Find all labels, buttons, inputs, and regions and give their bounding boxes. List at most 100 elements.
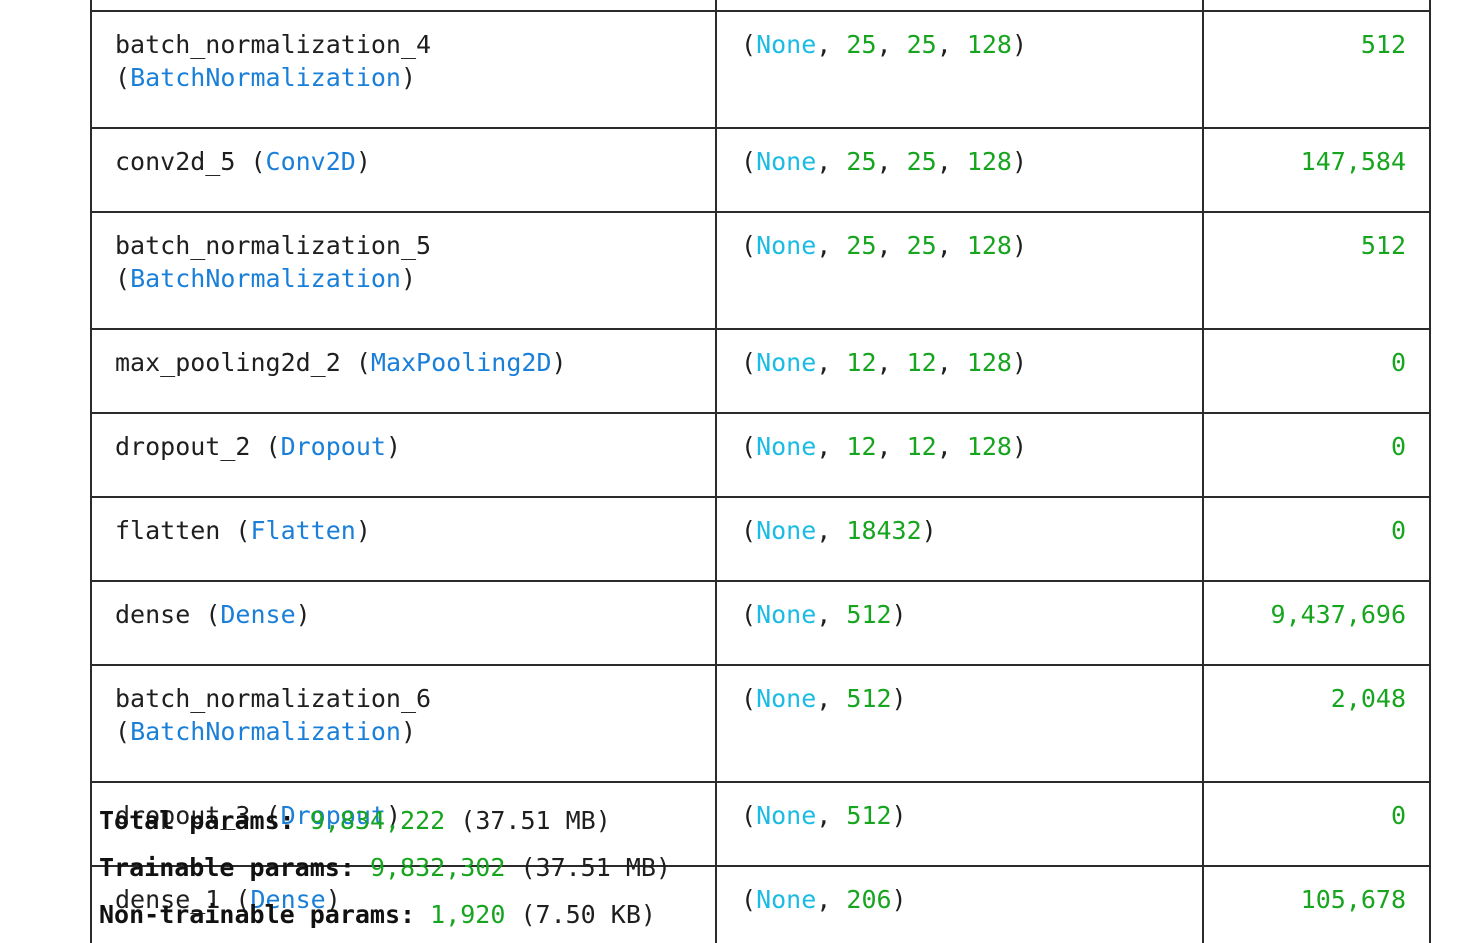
trainable-params-memory: (37.51 MB) [520,853,671,882]
shape-dim: 128 [966,432,1012,461]
param-count-cell: 105,678 [1203,865,1431,943]
paren: ) [1011,30,1028,59]
layer-line: dense (Dense) [115,598,715,631]
param-count-cell: 512 [1203,10,1431,129]
paren: ) [1011,348,1028,377]
table-row: batch_normalization_4 (BatchNormalization… [90,10,1431,129]
layer-type: BatchNormalization [130,717,401,746]
param-count-cell: 0 [1203,328,1431,414]
paren: ( [190,600,221,629]
total-params-memory: (37.51 MB) [460,806,611,835]
paren: ( [741,801,757,830]
output-shape: (None, 25, 25, 128) [741,28,1202,61]
table-row: batch_normalization_5 (BatchNormalization… [90,211,1431,330]
paren: ( [741,516,757,545]
paren: ) [551,348,567,377]
output-shape: (None, 18432) [741,514,1202,547]
shape-dim: 12 [846,348,877,377]
shape-dim: 128 [966,348,1012,377]
output-shape: (None, 512) [741,799,1202,832]
param-count-cell: 9,437,696 [1203,580,1431,666]
layer-line: dropout_2 (Dropout) [115,430,715,463]
layer-cell: max_pooling2d_2 (MaxPooling2D) [90,328,717,414]
shape-dim: 512 [846,600,892,629]
comma: , [816,30,847,59]
table-row: flatten (Flatten) (None, 18432) 0 [90,496,1431,582]
layer-cell: flatten (Flatten) [90,496,717,582]
shape-dim: None [756,147,817,176]
shape-dim: 12 [906,432,937,461]
paren: ( [741,231,757,260]
output-shape-cell: (None, 512) [716,781,1204,867]
shape-dim: 25 [846,231,877,260]
param-count-cell: 147,584 [1203,127,1431,213]
layer-name: conv2d_5 [115,147,236,176]
param-count-cell: 2,048 [1203,664,1431,783]
layer-line: flatten (Flatten) [115,514,715,547]
output-shape: (None, 206) [741,883,1202,916]
paren: ( [235,147,266,176]
shape-dim: None [756,231,817,260]
param-count-cell: 0 [1203,412,1431,498]
shape-dim: 25 [846,147,877,176]
paren: ) [891,684,907,713]
comma: , [876,348,907,377]
shape-dim: 25 [846,30,877,59]
output-shape-cell: (None, 12, 12, 128) [716,328,1204,414]
paren: ( [220,516,251,545]
comma: , [816,684,847,713]
table-top-stub [90,0,1431,12]
output-shape-cell: (None, 12, 12, 128) [716,412,1204,498]
trainable-params-value: 9,832,302 [369,853,506,882]
non-trainable-params-memory: (7.50 KB) [520,900,656,929]
paren: ) [385,432,401,461]
param-count: 0 [1390,801,1406,830]
output-shape-cell: (None, 25, 25, 128) [716,211,1204,330]
paren: ( [250,432,281,461]
comma: , [876,147,907,176]
paren: ( [741,885,757,914]
param-count: 0 [1390,348,1406,377]
comma: , [816,432,847,461]
comma: , [936,432,967,461]
shape-dim: None [756,801,817,830]
layer-name: flatten [115,516,221,545]
layer-type: BatchNormalization [130,264,401,293]
table-row: conv2d_5 (Conv2D) (None, 25, 25, 128) 147,… [90,127,1431,213]
output-shape-cell: (None, 25, 25, 128) [716,10,1204,129]
layer-line: max_pooling2d_2 (MaxPooling2D) [115,346,715,379]
param-count: 147,584 [1300,147,1406,176]
shape-dim: None [756,432,817,461]
param-count: 512 [1360,231,1406,260]
param-count: 2,048 [1330,684,1406,713]
layer-type: Flatten [250,516,356,545]
param-count: 9,437,696 [1270,600,1406,629]
layer-type-line: (BatchNormalization) [115,262,715,295]
comma: , [816,348,847,377]
table-row: max_pooling2d_2 (MaxPooling2D) (None, 12,… [90,328,1431,414]
comma: , [936,147,967,176]
layer-name: batch_normalization_6 [115,684,432,713]
param-count: 0 [1390,432,1406,461]
paren: ( [741,684,757,713]
layer-type-line: (BatchNormalization) [115,715,715,748]
param-count-cell: 512 [1203,211,1431,330]
comma: , [816,231,847,260]
shape-dim: None [756,600,817,629]
layer-cell: batch_normalization_4 (BatchNormalization… [90,10,717,129]
comma: , [816,516,847,545]
comma: , [816,147,847,176]
layer-cell: conv2d_5 (Conv2D) [90,127,717,213]
paren: ) [891,801,907,830]
layer-type: Dropout [280,432,386,461]
layer-type-line: (BatchNormalization) [115,61,715,94]
output-shape: (None, 25, 25, 128) [741,229,1202,262]
table-row: dropout_2 (Dropout) (None, 12, 12, 128) 0 [90,412,1431,498]
layer-type: MaxPooling2D [370,348,552,377]
shape-dim: None [756,885,817,914]
output-shape: (None, 512) [741,682,1202,715]
comma: , [876,231,907,260]
comma: , [936,231,967,260]
paren: ) [891,885,907,914]
non-trainable-params-label: Non-trainable params: [99,900,416,929]
